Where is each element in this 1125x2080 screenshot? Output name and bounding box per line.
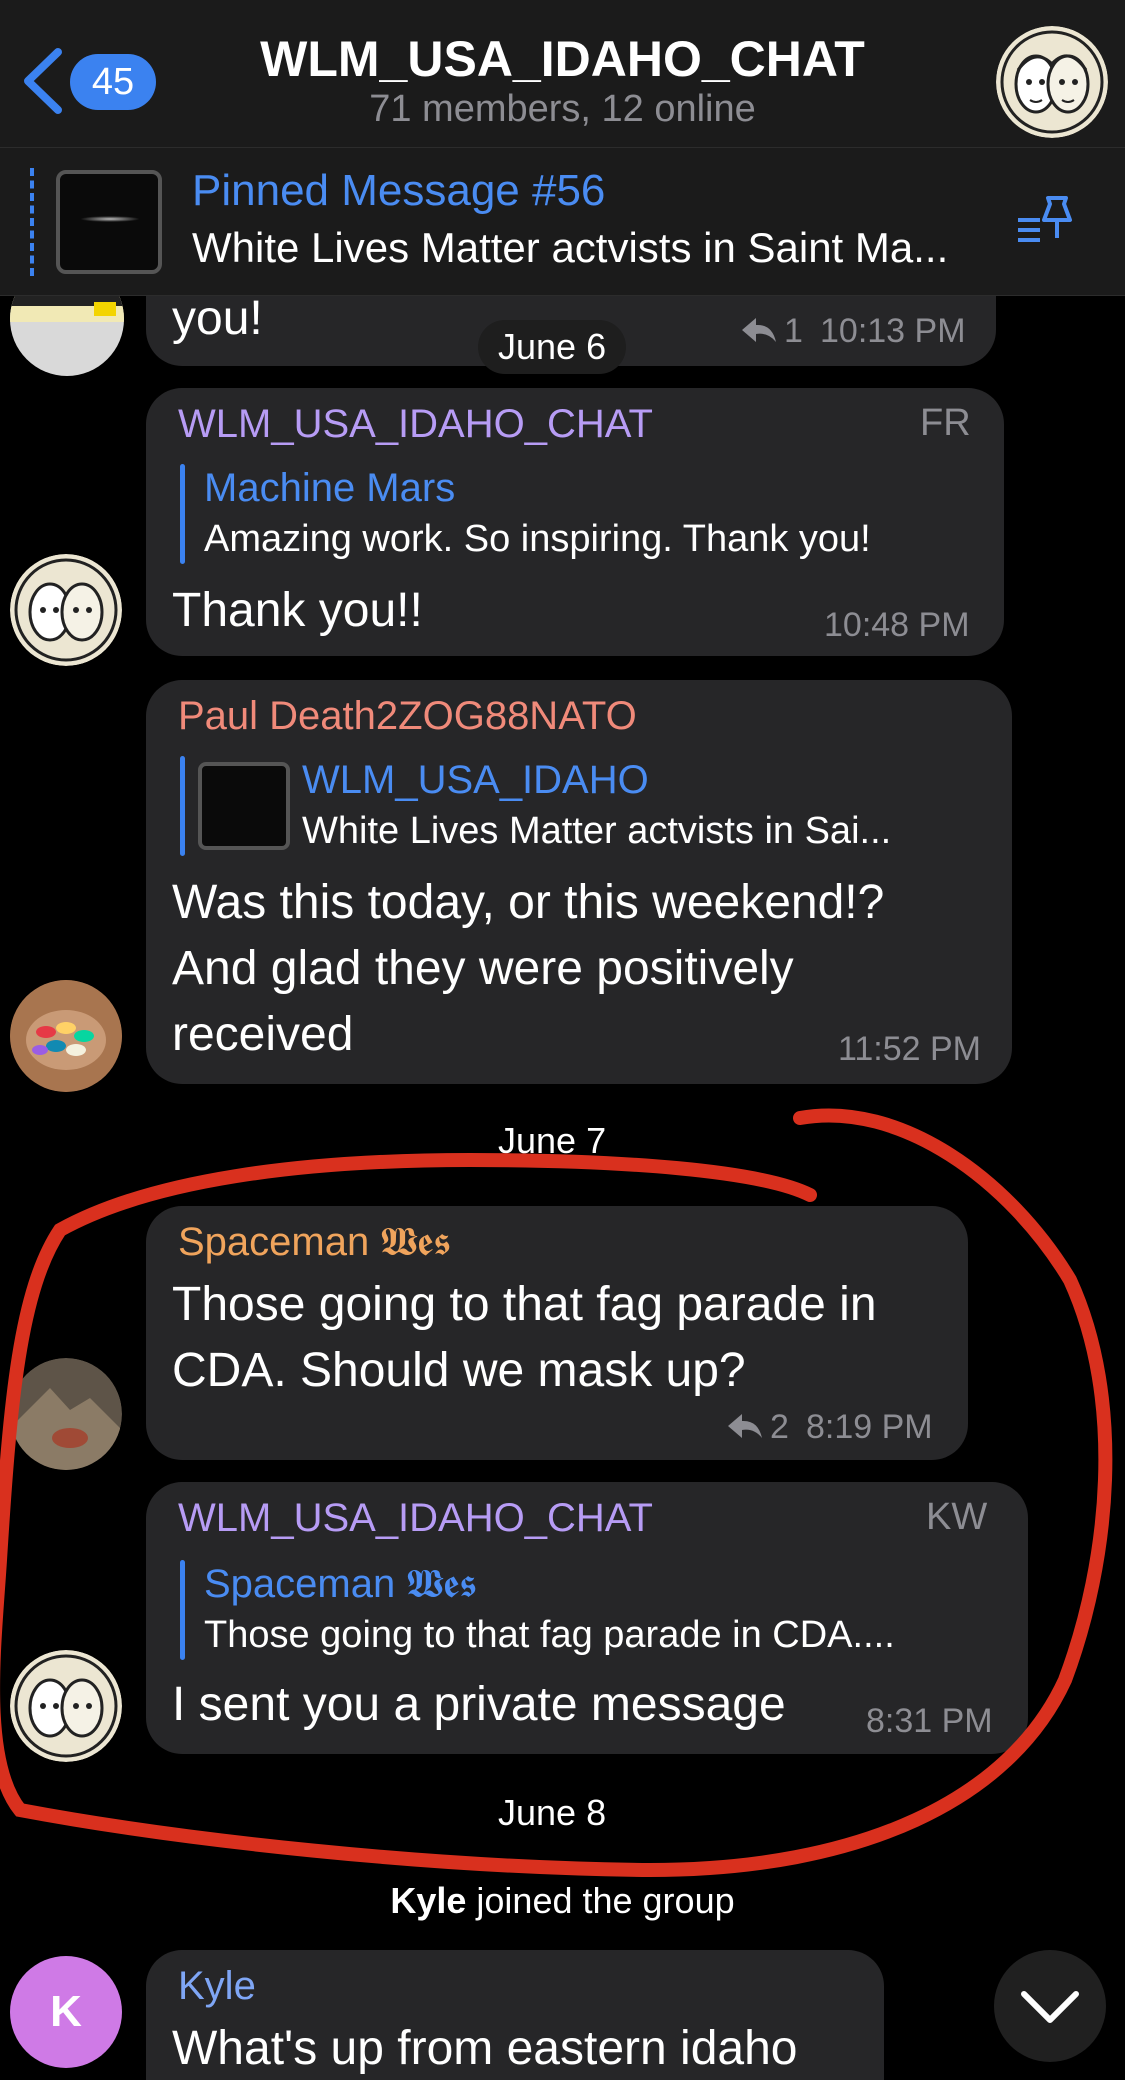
avatar-admin[interactable] (10, 1650, 122, 1762)
reply-sender[interactable]: Machine Mars (204, 466, 455, 511)
pinned-message-bar[interactable]: Pinned Message #56 White Lives Matter ac… (0, 148, 1125, 296)
reply-preview[interactable]: Amazing work. So inspiring. Thank you! (204, 518, 871, 561)
pinned-text: White Lives Matter actvists in Saint Ma.… (192, 224, 949, 271)
message-text: Thank you!! (172, 584, 423, 637)
admin-tag: KW (926, 1496, 988, 1538)
avatar-kyle[interactable]: K (10, 1956, 122, 2068)
reply-arrow-icon (742, 318, 776, 342)
message-time: 8:31 PM (866, 1702, 993, 1740)
group-avatar[interactable] (996, 26, 1108, 138)
pinned-thumbnail (56, 170, 162, 274)
date-separator: June 6 (478, 320, 627, 374)
sender-name[interactable]: Paul Death2ZOG88NATO (178, 694, 637, 739)
message-time: 10:13 PM (820, 312, 966, 350)
sender-name[interactable]: Spaceman 𝖂𝖊𝖘 (178, 1220, 451, 1265)
chevron-down-icon (1021, 1991, 1079, 2023)
reply-thumbnail (198, 762, 290, 850)
date-separator: June 7 (498, 1120, 607, 1161)
two-faces-logo-icon (10, 1650, 122, 1762)
service-message: Kyle joined the group (0, 1880, 1125, 1922)
reply-indicator (180, 756, 185, 856)
reply-sender[interactable]: Spaceman 𝖂𝖊𝖘 (204, 1562, 477, 1607)
message-text: What's up from eastern idaho (172, 2022, 798, 2075)
pinned-list-icon[interactable] (1014, 190, 1078, 250)
message-text: I sent you a private message (172, 1678, 786, 1731)
message-text-line: And glad they were positively (172, 942, 794, 995)
chat-title[interactable]: WLM_USA_IDAHO_CHAT (0, 30, 1125, 88)
message-time: 11:52 PM (838, 1030, 982, 1068)
sender-name[interactable]: WLM_USA_IDAHO_CHAT (178, 402, 653, 447)
reply-arrow-icon (728, 1414, 762, 1438)
admin-tag: FR (920, 402, 971, 444)
pills-photo-icon (10, 980, 122, 1092)
message-time: 10:48 PM (824, 606, 970, 644)
pinned-title: Pinned Message #56 (192, 166, 606, 215)
reply-indicator (180, 464, 185, 564)
members-status: 71 members, 12 online (369, 88, 756, 130)
message-text-line: Those going to that fag parade in (172, 1278, 877, 1331)
service-user[interactable]: Kyle (390, 1880, 466, 1921)
message-text-line: received (172, 1008, 354, 1061)
reply-preview[interactable]: Those going to that fag parade in CDA...… (204, 1614, 895, 1657)
avatar-spaceman[interactable] (10, 1358, 122, 1470)
avatar-paul[interactable] (10, 980, 122, 1092)
service-action: joined the group (466, 1880, 735, 1921)
sender-name[interactable]: WLM_USA_IDAHO_CHAT (178, 1496, 653, 1541)
reply-indicator (180, 1560, 185, 1660)
pinned-indicator (30, 168, 34, 276)
sender-name[interactable]: Kyle (178, 1964, 256, 2009)
landscape-photo-icon (10, 1358, 122, 1470)
scroll-to-bottom-button[interactable] (994, 1950, 1106, 2062)
two-faces-logo-icon (10, 554, 122, 666)
message-time: 8:19 PM (806, 1408, 933, 1446)
two-faces-logo-icon (996, 26, 1108, 138)
avatar-admin[interactable] (10, 554, 122, 666)
date-separator: June 8 (498, 1792, 607, 1833)
message-text-line: Was this today, or this weekend!? (172, 876, 885, 929)
reply-sender[interactable]: WLM_USA_IDAHO (302, 758, 649, 803)
reply-count: 1 (784, 312, 803, 350)
reply-count: 2 (770, 1408, 789, 1446)
reply-preview[interactable]: White Lives Matter actvists in Sai... (302, 810, 891, 853)
message-text-line: CDA. Should we mask up? (172, 1344, 746, 1397)
chat-header: 45 WLM_USA_IDAHO_CHAT 71 members, 12 onl… (0, 0, 1125, 148)
